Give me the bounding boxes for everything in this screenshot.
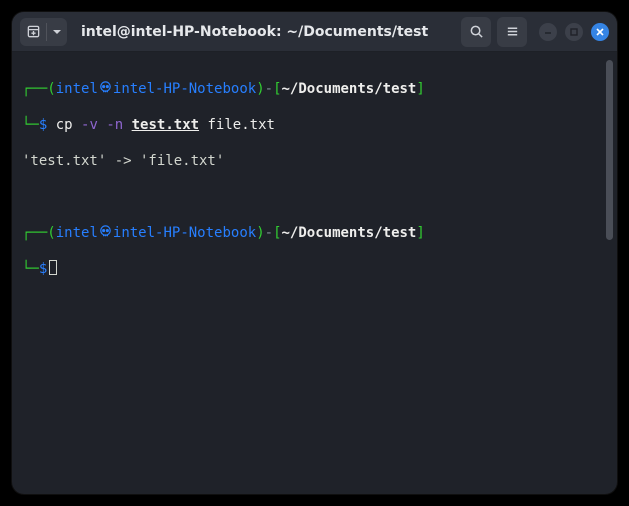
command-flag: -n: [106, 117, 123, 133]
new-tab-button[interactable]: [20, 18, 46, 46]
prompt-path: ~/Documents/test: [282, 225, 417, 241]
new-tab-icon: [26, 24, 41, 39]
new-tab-button-group: [20, 18, 67, 46]
chevron-down-icon: [52, 27, 62, 37]
minimize-button[interactable]: [539, 23, 557, 41]
command-flag: -v: [81, 117, 98, 133]
maximize-icon: [569, 27, 579, 37]
prompt-symbol: $: [39, 117, 47, 133]
paren-close: ): [256, 81, 264, 97]
terminal-content: ┌──(intelintel-HP-Notebook)-[~/Documents…: [22, 62, 603, 484]
search-icon: [469, 24, 484, 39]
terminal-window: intel@intel-HP-Notebook: ~/Documents/tes…: [12, 12, 617, 494]
kali-skull-icon: [98, 224, 113, 239]
command-line: └─$ cp -v -n test.txt file.txt: [22, 116, 603, 134]
prompt-dash: -: [265, 81, 273, 97]
window-title: intel@intel-HP-Notebook: ~/Documents/tes…: [73, 24, 455, 40]
hamburger-menu-icon: [505, 24, 520, 39]
bracket-open: [: [273, 81, 281, 97]
new-tab-dropdown[interactable]: [47, 18, 67, 46]
prompt-host: intel-HP-Notebook: [113, 225, 256, 241]
scrollbar-thumb[interactable]: [606, 60, 613, 240]
command-name: cp: [56, 117, 81, 133]
prompt-line: ┌──(intelintel-HP-Notebook)-[~/Documents…: [22, 80, 603, 98]
maximize-button[interactable]: [565, 23, 583, 41]
prompt-host: intel-HP-Notebook: [113, 81, 256, 97]
search-button[interactable]: [461, 17, 491, 47]
prompt-user: intel: [56, 81, 98, 97]
kali-skull-icon: [98, 80, 113, 95]
titlebar: intel@intel-HP-Notebook: ~/Documents/tes…: [12, 12, 617, 52]
minimize-icon: [543, 27, 553, 37]
paren-open: (: [47, 81, 55, 97]
output-line: 'test.txt' -> 'file.txt': [22, 152, 603, 170]
close-button[interactable]: [591, 23, 609, 41]
blank-line: [22, 188, 603, 206]
command-arg: test.txt: [132, 117, 199, 133]
window-controls: [539, 23, 609, 41]
close-icon: [595, 27, 605, 37]
terminal-area[interactable]: ┌──(intelintel-HP-Notebook)-[~/Documents…: [12, 52, 617, 494]
command-arg: file.txt: [199, 117, 275, 133]
bracket-close: ]: [416, 81, 424, 97]
prompt-symbol: $: [39, 261, 47, 277]
terminal-cursor: [49, 260, 57, 275]
prompt-line: ┌──(intelintel-HP-Notebook)-[~/Documents…: [22, 224, 603, 242]
command-line-empty: └─$: [22, 260, 603, 278]
prompt-user: intel: [56, 225, 98, 241]
prompt-path: ~/Documents/test: [282, 81, 417, 97]
menu-button[interactable]: [497, 17, 527, 47]
